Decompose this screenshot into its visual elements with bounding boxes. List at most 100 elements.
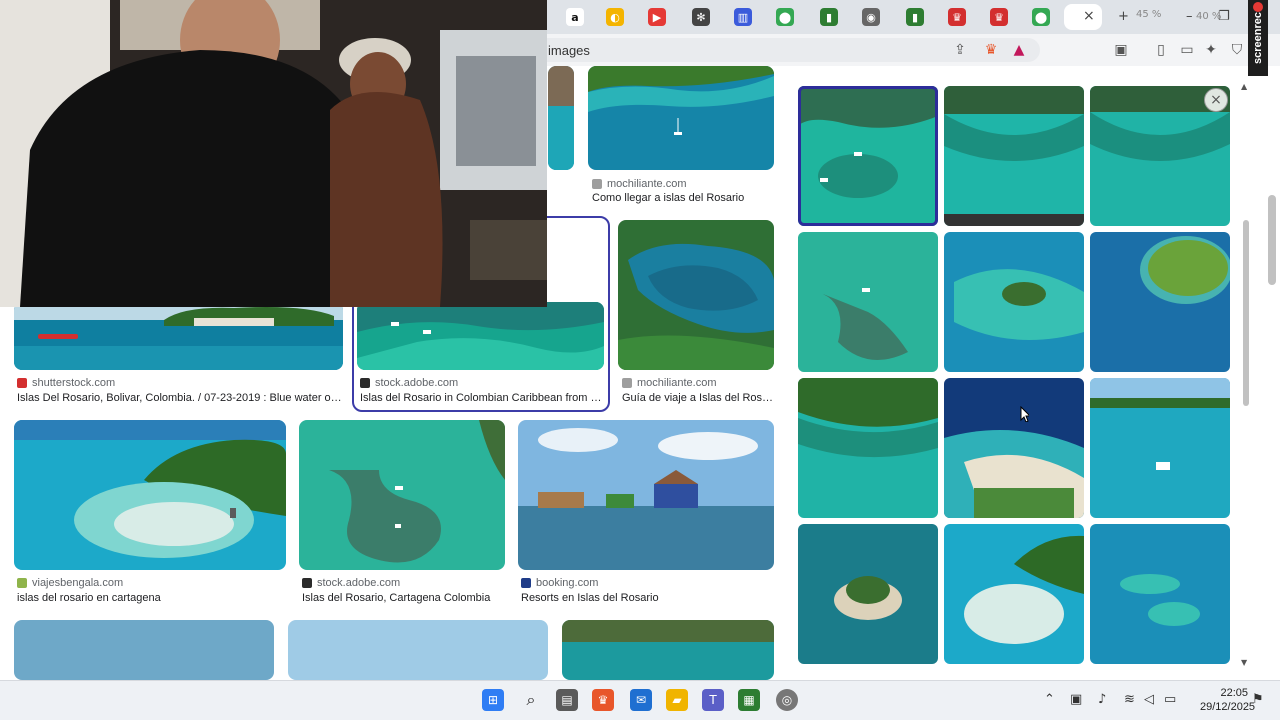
brave-tab-icon-2[interactable]: ♛ xyxy=(990,8,1008,26)
taskbar-clock[interactable]: 22:05 29/12/2025 xyxy=(1200,686,1256,714)
close-tab-icon[interactable]: × xyxy=(1083,8,1095,24)
source-label: booking.com xyxy=(536,577,599,589)
new-tab-icon[interactable]: + xyxy=(1118,9,1129,24)
store-icon[interactable]: ▦ xyxy=(738,689,760,711)
result-image[interactable] xyxy=(288,620,548,680)
tray-overflow-icon[interactable]: ⌃ xyxy=(1044,692,1055,707)
related-image[interactable] xyxy=(798,232,938,372)
openai-tab-icon[interactable]: ✻ xyxy=(692,8,710,26)
status-right: 40 % xyxy=(1196,11,1222,22)
microphone-icon[interactable]: ♪ xyxy=(1098,692,1106,707)
tab-icon-globe[interactable]: ◉ xyxy=(862,8,880,26)
result-caption[interactable]: islas del rosario en cartagena xyxy=(17,592,285,604)
result-source[interactable]: viajesbengala.com xyxy=(17,577,123,589)
reader-icon[interactable]: ▣ xyxy=(1112,41,1130,59)
wifi-icon[interactable]: ≋ xyxy=(1124,692,1135,707)
mouse-cursor-icon xyxy=(1020,406,1029,422)
source-label: viajesbengala.com xyxy=(32,577,124,589)
brave-rewards-icon[interactable]: ▲ xyxy=(1010,41,1028,59)
result-image[interactable] xyxy=(518,420,774,570)
share-icon[interactable]: ⇪ xyxy=(951,41,969,59)
wallet-icon[interactable]: ▭ xyxy=(1178,41,1196,59)
page-scrollbar[interactable] xyxy=(1268,195,1276,285)
windows-start-icon[interactable]: ⊞ xyxy=(482,689,504,711)
address-text[interactable]: images xyxy=(548,43,590,58)
brave-shield-icon[interactable]: ♛ xyxy=(982,41,1000,59)
result-caption[interactable]: Guía de viaje a Islas del Rosari... xyxy=(622,392,774,404)
selected-related-image[interactable] xyxy=(798,86,938,226)
related-image[interactable] xyxy=(944,378,1084,518)
sidebar-icon[interactable]: ▯ xyxy=(1152,41,1170,59)
result-caption[interactable]: Islas Del Rosario, Bolivar, Colombia. / … xyxy=(17,392,343,404)
search-icon[interactable]: ⌕ xyxy=(520,689,542,711)
source-label: stock.adobe.com xyxy=(317,577,401,589)
site-favicon xyxy=(17,378,27,388)
panel-scrollbar[interactable] xyxy=(1243,220,1249,406)
leo-ai-icon[interactable]: ✦ xyxy=(1202,41,1220,59)
close-preview-icon[interactable]: × xyxy=(1204,88,1228,112)
site-favicon xyxy=(592,179,602,189)
result-image[interactable] xyxy=(14,620,274,680)
result-source[interactable]: shutterstock.com xyxy=(17,377,115,389)
notifications-icon[interactable]: ⚑ xyxy=(1252,692,1264,707)
result-image[interactable] xyxy=(588,66,774,170)
scroll-down-icon[interactable]: ▼ xyxy=(1241,658,1247,667)
scroll-up-icon[interactable]: ▲ xyxy=(1241,82,1247,91)
tab-icon-blue[interactable]: ▥ xyxy=(734,8,752,26)
related-image[interactable] xyxy=(944,524,1084,664)
clock-date: 29/12/2025 xyxy=(1200,701,1256,713)
site-favicon xyxy=(360,378,370,388)
source-label: stock.adobe.com xyxy=(375,377,459,389)
result-source[interactable]: stock.adobe.com xyxy=(360,377,458,389)
recorder-taskbar-icon[interactable]: ◎ xyxy=(776,689,798,711)
related-image[interactable] xyxy=(944,232,1084,372)
site-favicon xyxy=(17,578,27,588)
related-image[interactable] xyxy=(1090,378,1230,518)
result-image[interactable] xyxy=(14,302,343,370)
webcam-overlay xyxy=(0,0,547,307)
tab-icon-orange[interactable]: ◐ xyxy=(606,8,624,26)
result-source[interactable]: stock.adobe.com xyxy=(302,577,400,589)
source-label: mochiliante.com xyxy=(607,178,687,190)
related-image[interactable] xyxy=(1090,524,1230,664)
result-caption[interactable]: Como llegar a islas del Rosario xyxy=(592,192,772,204)
site-favicon xyxy=(622,378,632,388)
outlook-icon[interactable]: ✉ xyxy=(630,689,652,711)
result-image[interactable] xyxy=(14,420,286,570)
amazon-tab-icon[interactable]: a xyxy=(566,8,584,26)
minimize-icon[interactable]: – xyxy=(1186,9,1193,24)
maps-tab-icon-2[interactable]: ⬤ xyxy=(1032,8,1050,26)
result-caption[interactable]: Islas del Rosario, Cartagena Colombia xyxy=(302,592,506,604)
teams-icon[interactable]: T xyxy=(702,689,724,711)
tray-app-icon[interactable]: ▣ xyxy=(1070,692,1082,707)
result-source[interactable]: mochiliante.com xyxy=(622,377,716,389)
vpn-icon[interactable]: ⛉ xyxy=(1228,41,1246,59)
result-image[interactable] xyxy=(299,420,505,570)
youtube-tab-icon[interactable]: ▶ xyxy=(648,8,666,26)
brave-tab-icon[interactable]: ♛ xyxy=(948,8,966,26)
file-explorer-icon[interactable]: ▰ xyxy=(666,689,688,711)
site-favicon xyxy=(302,578,312,588)
volume-icon[interactable]: ◁ xyxy=(1144,692,1154,707)
result-image[interactable] xyxy=(562,620,774,680)
result-source[interactable]: booking.com xyxy=(521,577,598,589)
source-label: mochiliante.com xyxy=(637,377,717,389)
result-image[interactable] xyxy=(548,66,574,170)
related-image[interactable] xyxy=(798,524,938,664)
brave-taskbar-icon[interactable]: ♛ xyxy=(592,689,614,711)
tab-icon-green-2[interactable]: ▮ xyxy=(906,8,924,26)
result-source[interactable]: mochiliante.com xyxy=(592,178,686,190)
result-image[interactable] xyxy=(618,220,774,370)
tab-icon-green[interactable]: ▮ xyxy=(820,8,838,26)
recording-indicator-icon xyxy=(1253,2,1263,12)
preview-panel xyxy=(790,66,1242,666)
related-image[interactable] xyxy=(798,378,938,518)
task-view-icon[interactable]: ▤ xyxy=(556,689,578,711)
result-caption[interactable]: Resorts en Islas del Rosario xyxy=(521,592,773,604)
battery-icon[interactable]: ▭ xyxy=(1164,692,1176,707)
related-image[interactable] xyxy=(1090,232,1230,372)
related-image[interactable] xyxy=(944,86,1084,226)
webcam-video xyxy=(0,0,547,307)
result-caption[interactable]: Islas del Rosario in Colombian Caribbean… xyxy=(360,392,604,404)
maps-tab-icon[interactable]: ⬤ xyxy=(776,8,794,26)
